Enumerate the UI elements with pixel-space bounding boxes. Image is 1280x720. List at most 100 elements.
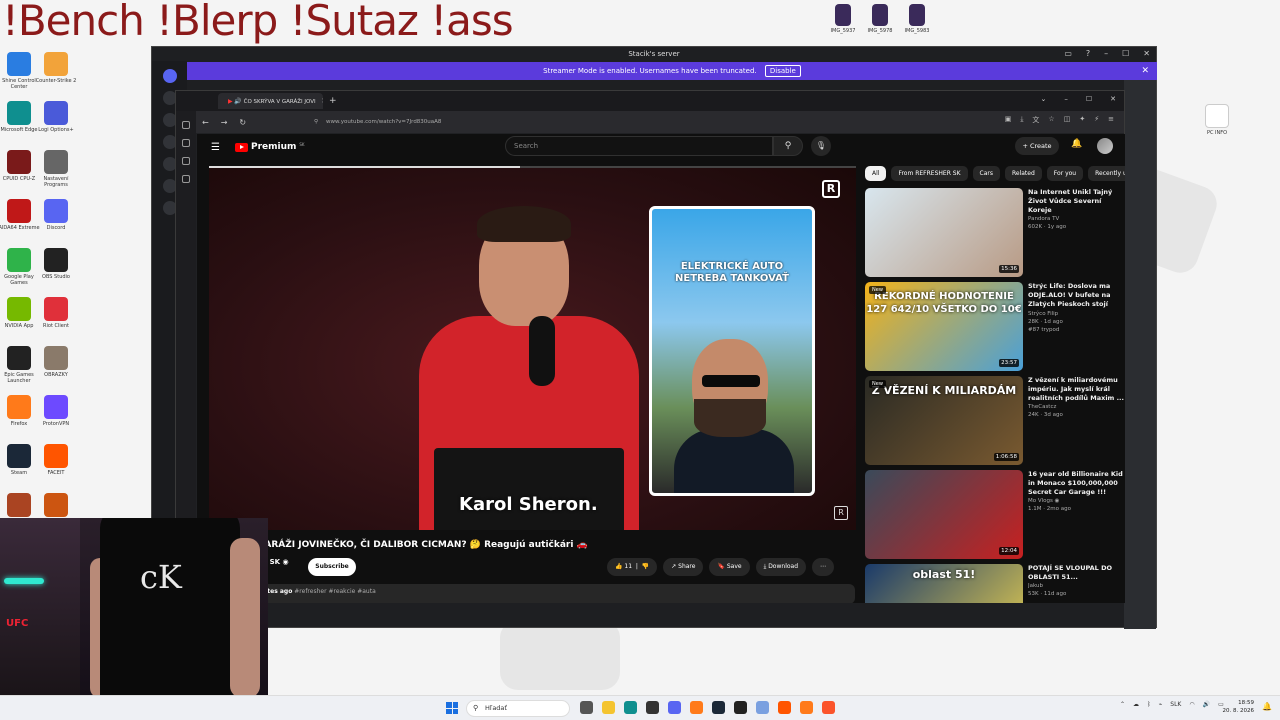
- desktop-icon[interactable]: Logi Options+: [33, 101, 79, 139]
- video-title[interactable]: 16 year old Billionaire Kid in Monaco $1…: [1028, 470, 1124, 497]
- share-button[interactable]: ↗ Share: [663, 558, 704, 576]
- avatar[interactable]: [1097, 138, 1113, 154]
- video-title[interactable]: Z vězení k miliardovému impériu. Jak mys…: [1028, 376, 1124, 403]
- channel-name[interactable]: TheCastcz: [1028, 403, 1124, 411]
- reload-icon[interactable]: ↻: [239, 118, 246, 127]
- hashtags[interactable]: #refresher #reakcie #auta: [294, 588, 376, 595]
- close-banner-icon[interactable]: ✕: [1141, 62, 1149, 80]
- bookmarks-icon[interactable]: [182, 175, 190, 183]
- firefox-2-icon[interactable]: [800, 701, 813, 714]
- notifications-bell-icon[interactable]: 🔔: [1071, 139, 1082, 149]
- desktop-icon[interactable]: Nastavení Programs: [33, 150, 79, 188]
- video-title[interactable]: Na Internet Unikl Tajný Život Vůdce Seve…: [1028, 188, 1124, 215]
- discord-home-icon[interactable]: [162, 69, 177, 83]
- collections-icon[interactable]: ◫: [1064, 115, 1071, 125]
- extensions-icon[interactable]: ✦: [1079, 115, 1085, 125]
- create-button[interactable]: + Create: [1015, 137, 1059, 155]
- desktop-icon[interactable]: ProtonVPN: [33, 395, 79, 433]
- tab-close-icon[interactable]: ✕: [321, 97, 323, 105]
- speaker-icon[interactable]: 🔊: [234, 98, 241, 105]
- minimize-button[interactable]: –: [1104, 47, 1108, 61]
- history-icon[interactable]: [182, 157, 190, 165]
- desktop-icon[interactable]: Counter-Strike 2: [33, 52, 79, 90]
- video-title[interactable]: POTAJÍ SE VLOUPAL DO OBLASTI 51...: [1028, 564, 1124, 582]
- network-icon[interactable]: ⌁: [1159, 701, 1163, 708]
- desktop-icon[interactable]: Riot Client: [33, 297, 79, 335]
- forward-icon[interactable]: →: [221, 118, 228, 127]
- video-thumbnail[interactable]: 15:36: [865, 188, 1023, 277]
- chevron-up-icon[interactable]: ⌃: [1120, 701, 1125, 708]
- clock[interactable]: 18:59 20. 8. 2026: [1223, 699, 1255, 715]
- back-icon[interactable]: ←: [202, 118, 209, 127]
- save-button[interactable]: 🔖 Save: [709, 558, 750, 576]
- filter-chip[interactable]: From REFRESHER SK: [891, 166, 968, 181]
- channel-name[interactable]: Jakub: [1028, 582, 1124, 590]
- like-dislike-button[interactable]: 👍 11 | 👎: [607, 558, 658, 576]
- inbox-icon[interactable]: ▭: [1064, 47, 1072, 61]
- filter-chip[interactable]: All: [865, 166, 887, 181]
- disable-streamer-mode-button[interactable]: Disable: [764, 65, 801, 77]
- maximize-button[interactable]: ☐: [1086, 95, 1092, 103]
- recommended-video[interactable]: oblast 51! POTAJÍ SE VLOUPAL DO OBLASTI 5…: [865, 564, 1125, 603]
- thumbs-up-icon[interactable]: 👍: [615, 563, 622, 570]
- hamburger-menu-icon[interactable]: ☰: [211, 142, 220, 153]
- screenshot-icon[interactable]: ▣: [1005, 115, 1012, 125]
- url-field[interactable]: ⚲ www.youtube.com/watch?v=7Jrd830uaA8: [312, 115, 1002, 129]
- language-indicator[interactable]: SLK: [1170, 701, 1181, 708]
- translate-icon[interactable]: 文: [1032, 115, 1039, 125]
- cloud-icon[interactable]: ☁: [1133, 701, 1139, 708]
- taskbar-search-input[interactable]: ⚲ Hľadať: [466, 700, 570, 717]
- video-title[interactable]: Strýc Life: Doslova ma ODJE.ALO! V bufet…: [1028, 282, 1124, 310]
- video-thumbnail[interactable]: REKORDNÉ HODNOTENIE 127 642/10 VŠETKO DO…: [865, 282, 1023, 371]
- tab-youtube-video[interactable]: ▶ 🔊 ČO SKRÝVA V GARÁŽI JOVI ✕: [218, 93, 323, 109]
- volume-icon[interactable]: 🔊: [1203, 701, 1210, 708]
- vpn-icon[interactable]: ⚡: [1094, 115, 1099, 125]
- video-thumbnail[interactable]: 12:04: [865, 470, 1023, 559]
- site-info-icon[interactable]: ⚲: [314, 115, 318, 129]
- channel-name[interactable]: Mo Vlogs ◉: [1028, 497, 1124, 505]
- video-progress-bar[interactable]: [209, 166, 856, 168]
- video-thumbnail[interactable]: Z VĚZENÍ K MILIARDÁM New 1:06:58: [865, 376, 1023, 465]
- channel-name[interactable]: Pandora TV: [1028, 215, 1124, 223]
- desktop-icon[interactable]: Discord: [33, 199, 79, 237]
- filter-chip[interactable]: For you: [1046, 166, 1084, 181]
- recommended-video[interactable]: 15:36 Na Internet Unikl Tajný Život Vůdce…: [865, 188, 1125, 280]
- recommended-video[interactable]: 12:04 16 year old Billionaire Kid in Mona…: [865, 470, 1125, 562]
- bluetooth-icon[interactable]: ᛒ: [1147, 701, 1151, 708]
- filter-chip[interactable]: Related: [1005, 166, 1042, 181]
- file-explorer-icon[interactable]: [602, 701, 615, 714]
- tab-list-button[interactable]: ⌄: [1040, 95, 1046, 103]
- close-button[interactable]: ✕: [1110, 95, 1116, 103]
- desktop-icon[interactable]: FACEIT: [33, 444, 79, 482]
- video-description[interactable]: utes ago #refresher #reakcie #auta: [257, 584, 855, 603]
- download-button[interactable]: ⤓ Download: [755, 558, 807, 576]
- firefox-icon[interactable]: [690, 701, 703, 714]
- filter-chip[interactable]: Recently u: [1088, 166, 1125, 181]
- channel-name[interactable]: Strýco Filip: [1028, 310, 1124, 318]
- wifi-icon[interactable]: ◠: [1189, 701, 1194, 708]
- desktop-file-pc-info[interactable]: PC INFO: [1194, 104, 1240, 142]
- search-icon[interactable]: ⚲: [773, 136, 803, 156]
- video-player[interactable]: ELEKTRICKÉ AUTO NETREBA TANKOVAŤ R R Kar…: [209, 166, 856, 530]
- maximize-button[interactable]: ☐: [1122, 47, 1129, 61]
- help-icon[interactable]: ?: [1086, 47, 1090, 61]
- brave-icon[interactable]: [822, 701, 835, 714]
- filter-chip[interactable]: Cars: [972, 166, 1000, 181]
- desktop-icon[interactable]: OBRÁZKY: [33, 346, 79, 384]
- menu-icon[interactable]: ≡: [1108, 115, 1114, 125]
- obs-icon[interactable]: [646, 701, 659, 714]
- youtube-logo[interactable]: Premium SK: [235, 142, 305, 152]
- thumbs-down-icon[interactable]: 👎: [642, 563, 649, 570]
- sidebar-icon[interactable]: [182, 139, 190, 147]
- bookmark-star-icon[interactable]: ☆: [1048, 115, 1054, 125]
- subscribe-button[interactable]: Subscribe: [308, 558, 356, 576]
- steam-icon[interactable]: [712, 701, 725, 714]
- browser-icon[interactable]: [756, 701, 769, 714]
- recommended-video[interactable]: REKORDNÉ HODNOTENIE 127 642/10 VŠETKO DO…: [865, 282, 1125, 374]
- more-actions-button[interactable]: ⋯: [812, 558, 835, 576]
- minimize-button[interactable]: –: [1064, 95, 1068, 103]
- close-button[interactable]: ✕: [1143, 47, 1150, 61]
- sidebar-icon[interactable]: [182, 121, 190, 129]
- desktop-image-file[interactable]: IMG_5983: [894, 4, 940, 40]
- task-view-icon[interactable]: [580, 701, 593, 714]
